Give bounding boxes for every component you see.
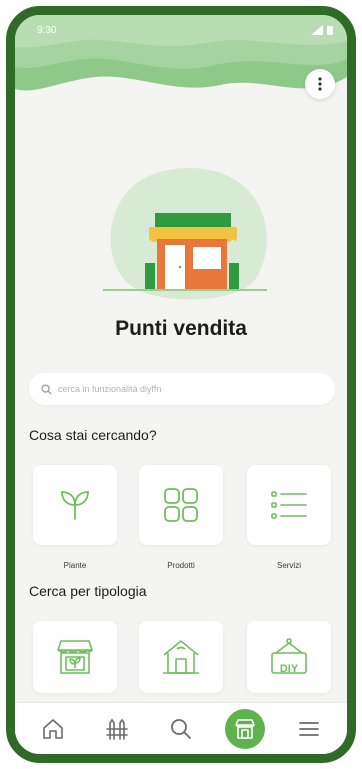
store-illustration bbox=[103, 168, 267, 300]
status-icons bbox=[311, 25, 333, 35]
more-options-button[interactable] bbox=[305, 69, 335, 99]
nav-garden[interactable] bbox=[97, 709, 137, 749]
category-card-prodotti[interactable] bbox=[139, 465, 223, 545]
phone-frame: 9:30 Punti vendita cerca in funzionalità… bbox=[6, 6, 356, 763]
menu-icon bbox=[299, 721, 319, 736]
type-card-plant-shop[interactable] bbox=[33, 621, 117, 693]
battery-icon bbox=[327, 26, 333, 35]
search-bar[interactable] bbox=[29, 373, 335, 405]
store-house-icon bbox=[163, 640, 199, 674]
nav-store[interactable] bbox=[225, 708, 265, 749]
plant-shop-icon bbox=[57, 640, 93, 674]
category-label-servizi: Servizi bbox=[276, 561, 301, 570]
type-card-store-house[interactable] bbox=[139, 621, 223, 693]
category-card-servizi[interactable] bbox=[247, 465, 331, 545]
page-title: Punti vendita bbox=[115, 317, 247, 340]
nav-menu[interactable] bbox=[289, 709, 329, 749]
search-icon bbox=[171, 718, 191, 739]
status-bar: 9:30 bbox=[15, 15, 347, 45]
nav-search[interactable] bbox=[161, 709, 201, 749]
screen: 9:30 Punti vendita cerca in funzionalità… bbox=[15, 15, 347, 754]
bottom-navigation bbox=[15, 702, 347, 754]
section-title-type: Cerca per tipologia bbox=[29, 583, 147, 599]
search-icon bbox=[41, 383, 52, 395]
search-input[interactable] bbox=[58, 384, 323, 394]
garden-icon bbox=[106, 718, 128, 740]
section-title-what: Cosa stai cercando? bbox=[29, 427, 157, 443]
category-label-prodotti: Prodotti bbox=[167, 561, 195, 570]
signal-icon bbox=[311, 25, 323, 35]
category-label-piante: Piante bbox=[63, 561, 87, 570]
more-vertical-icon bbox=[318, 77, 322, 91]
grid-icon bbox=[164, 488, 198, 522]
type-card-diy[interactable]: DIY bbox=[247, 621, 331, 693]
store-icon bbox=[235, 718, 255, 739]
status-time: 9:30 bbox=[37, 24, 57, 36]
sprout-icon bbox=[61, 491, 89, 520]
nav-home[interactable] bbox=[33, 709, 73, 749]
category-card-piante[interactable] bbox=[33, 465, 117, 545]
home-icon bbox=[43, 718, 63, 739]
diy-sign-label: DIY bbox=[279, 663, 299, 675]
list-icon bbox=[271, 491, 307, 519]
